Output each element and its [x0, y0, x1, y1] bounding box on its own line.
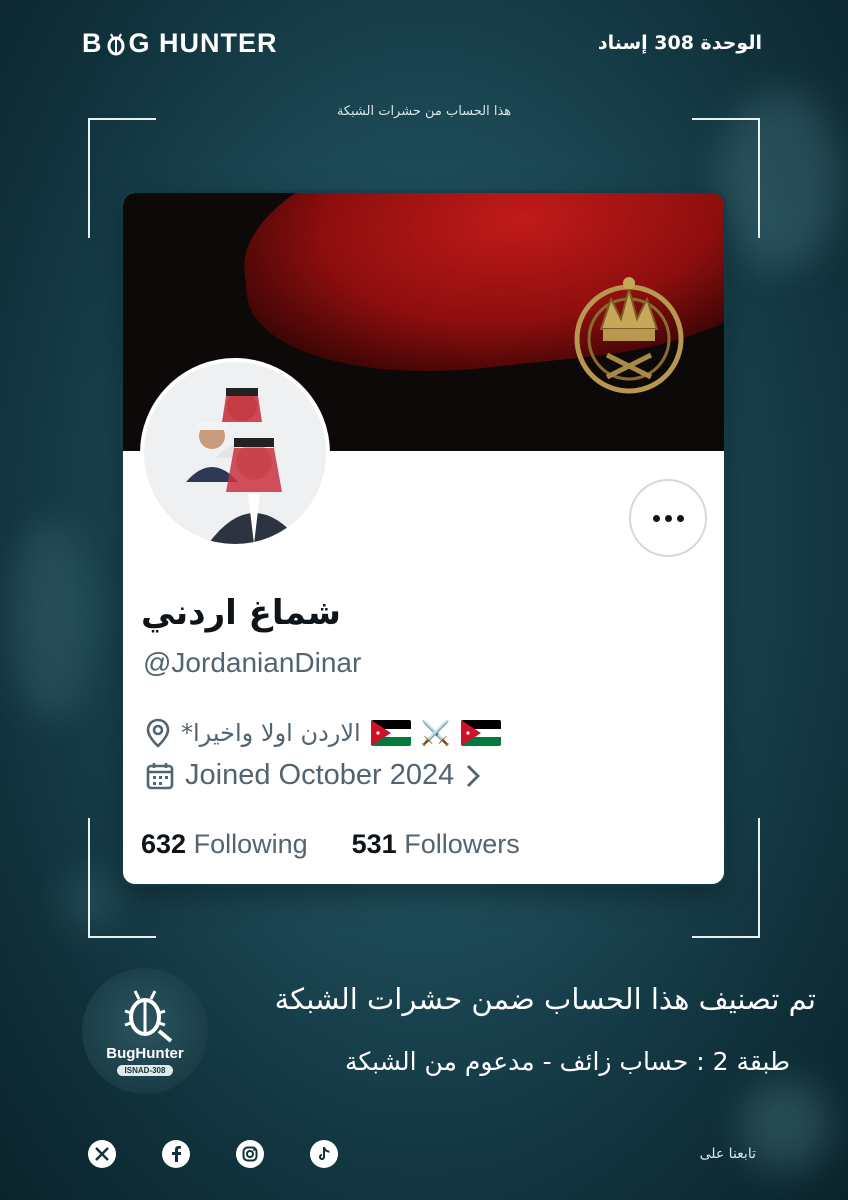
brand-logo: B G HUNTER [82, 28, 278, 59]
joined-text: Joined October 2024 [185, 759, 455, 791]
following-label: Following [193, 829, 308, 859]
following-link[interactable]: 632 Following [141, 829, 308, 860]
jordan-flag-icon [370, 720, 411, 746]
location-text: الاردن اولا واخيرا* [181, 719, 361, 747]
chevron-right-icon [467, 764, 481, 787]
brand-text-right: G HUNTER [128, 28, 278, 58]
logo-pill: ISNAD-308 [116, 1064, 174, 1076]
following-count: 632 [141, 829, 187, 859]
bughunter-logo: BugHunter ISNAD-308 [82, 968, 208, 1094]
profile-location: الاردن اولا واخيرا* ⚔️ [145, 718, 501, 748]
bug-magnifier-icon [124, 989, 173, 1043]
unit-label: الوحدة 308 إسناد [597, 32, 762, 54]
profile-joined[interactable]: Joined October 2024 [145, 759, 482, 792]
profile-display-name: شماغ اردني [141, 593, 341, 633]
tiktok-icon[interactable] [310, 1140, 338, 1168]
profile-handle: @JordanianDinar [143, 647, 362, 678]
instagram-icon[interactable] [236, 1140, 264, 1168]
crossed-swords-icon: ⚔️ [420, 719, 451, 747]
avatar[interactable] [140, 358, 330, 548]
x-icon[interactable] [88, 1140, 116, 1168]
dot-icon [664, 514, 672, 522]
crown-badge-icon [574, 277, 684, 394]
location-pin-icon [146, 718, 170, 748]
calendar-icon [146, 762, 174, 789]
dot-icon [652, 514, 660, 522]
classification-text: تم تصنيف هذا الحساب ضمن حشرات الشبكة [274, 982, 816, 1016]
dot-icon [676, 514, 684, 522]
page-subtitle: هذا الحساب من حشرات الشبكة [336, 104, 512, 119]
followers-label: Followers [404, 829, 520, 859]
profile-card: شماغ اردني @JordanianDinar الاردن اولا و… [123, 193, 724, 884]
profile-stats: 632 Following 531 Followers [141, 829, 520, 860]
social-links [88, 1140, 338, 1168]
tier-text: طبقة 2 : حساب زائف - مدعوم من الشبكة [344, 1047, 790, 1076]
more-options-button[interactable] [629, 479, 707, 557]
jordan-flag-icon [460, 720, 501, 746]
logo-title: BugHunter [106, 1044, 184, 1062]
facebook-icon[interactable] [162, 1140, 190, 1168]
bug-icon [105, 32, 127, 56]
follow-us-label: تابعنا على [699, 1146, 756, 1162]
background-bokeh [10, 520, 90, 720]
brand-text-left: B [82, 28, 103, 58]
followers-count: 531 [351, 829, 397, 859]
followers-link[interactable]: 531 Followers [352, 829, 520, 860]
